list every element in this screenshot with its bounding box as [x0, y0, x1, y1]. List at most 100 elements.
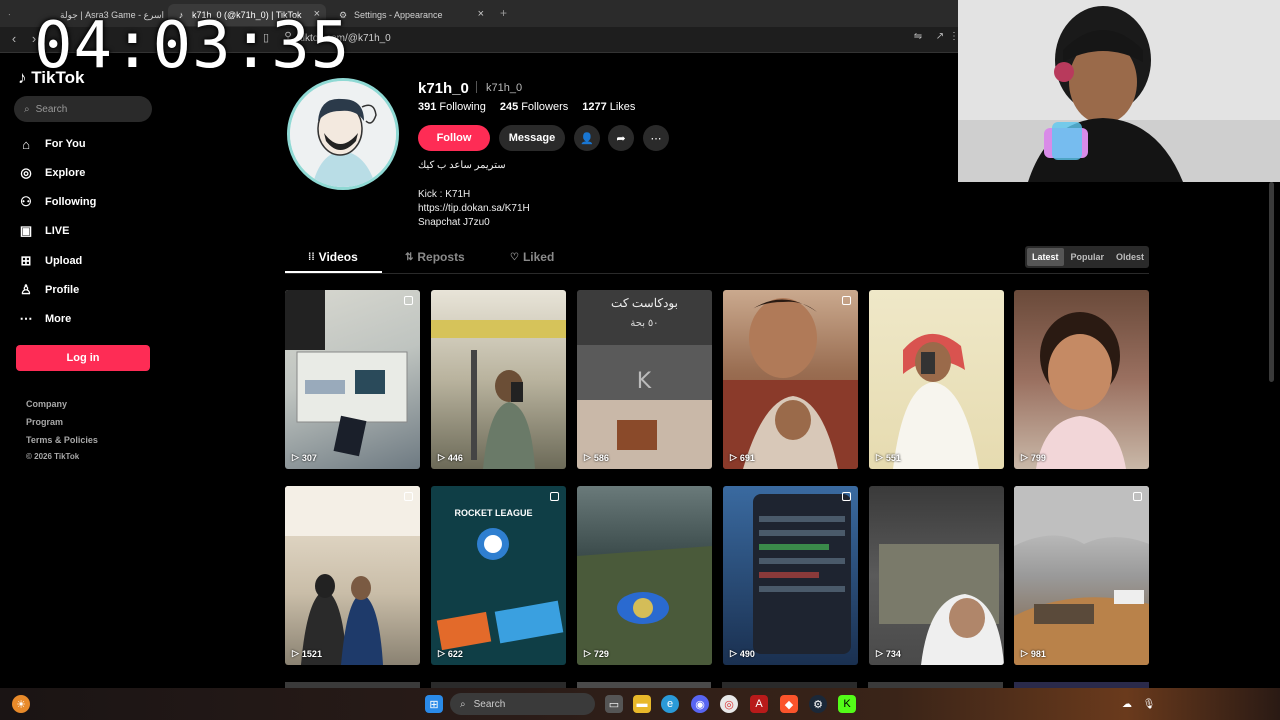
discord-icon[interactable]: ◉	[691, 695, 709, 713]
edge-icon[interactable]: e	[661, 695, 679, 713]
desert-camp-image	[1014, 486, 1149, 665]
tab-label: Liked	[522, 250, 555, 264]
video-thumbnail[interactable]: ▷ 981	[1014, 486, 1149, 665]
weather-icon[interactable]: ☀	[12, 695, 30, 713]
multi-image-icon	[550, 492, 559, 501]
footer-link-company[interactable]: Company	[26, 399, 67, 409]
video-thumbnail[interactable]: ▷ 734	[869, 486, 1004, 665]
gym-mirror-image	[431, 320, 566, 469]
tab-reposts[interactable]: ⇅ Reposts	[405, 250, 465, 264]
video-thumbnail[interactable]: ▷ 729	[577, 486, 712, 665]
page-scrollbar[interactable]	[1269, 182, 1274, 382]
search-input[interactable]: ⌕ Search	[14, 96, 152, 122]
sidebar-item-profile[interactable]: ♙ Profile	[18, 280, 79, 300]
sort-oldest[interactable]: Oldest	[1111, 248, 1149, 266]
footer-link-program[interactable]: Program	[26, 417, 63, 427]
sort-popular[interactable]: Popular	[1066, 248, 1110, 266]
sidebar-item-upload[interactable]: ⊞ Upload	[18, 251, 83, 271]
start-icon[interactable]: ⊞	[425, 695, 443, 713]
bio-line: Snapchat J7zu0	[418, 217, 490, 228]
tab-strip-icon[interactable]: ✦	[0, 4, 10, 26]
share-icon[interactable]: ➦	[608, 125, 634, 151]
video-thumbnail[interactable]: ▷ 490	[723, 486, 858, 665]
webcam-overlay	[958, 0, 1280, 182]
back-icon[interactable]: ‹	[6, 31, 22, 46]
video-thumbnail[interactable]: ▷ 307	[285, 290, 420, 469]
sidebar-item-explore[interactable]: ◎ Explore	[18, 163, 85, 183]
tiktok-logo[interactable]: ♪ TikTok	[18, 68, 84, 88]
play-icon: ▷	[584, 452, 591, 462]
logo-text: TikTok	[31, 68, 85, 87]
video-caption: ٥٠ بحة	[630, 318, 659, 329]
followers-label: Followers	[521, 101, 569, 113]
multi-image-icon	[404, 492, 413, 501]
profile-stats: 391 Following 245 Followers 1277 Likes	[418, 101, 635, 113]
sidebar-item-following[interactable]: ⚇ Following	[18, 192, 96, 212]
close-tab-icon[interactable]: ×	[478, 8, 484, 20]
stat-followers[interactable]: 245 Followers	[500, 101, 568, 113]
video-thumbnail[interactable]: ▷ 691	[723, 290, 858, 469]
play-icon: ▷	[584, 648, 591, 658]
new-tab-button[interactable]: +	[500, 6, 507, 20]
steam-icon[interactable]: ⚙	[809, 695, 827, 713]
repost-icon: ⇅	[405, 251, 414, 263]
task-view-icon[interactable]: ▭	[605, 695, 623, 713]
tab-liked[interactable]: ♡ Liked	[510, 250, 554, 264]
cloud-icon[interactable]: ☁	[1118, 695, 1136, 713]
microphone-icon[interactable]: 🎙	[1140, 695, 1158, 713]
brave-icon[interactable]: ◆	[780, 695, 798, 713]
more-icon: ⋯	[19, 311, 33, 326]
play-icon: ▷	[438, 648, 445, 658]
view-count: ▷ 729	[584, 648, 609, 659]
message-button[interactable]: Message	[499, 125, 565, 151]
sidebar-item-label: Following	[45, 196, 97, 208]
sidebar-item-label: For You	[45, 138, 86, 150]
taskbar-search-label: Search	[473, 698, 506, 710]
live-icon: ▣	[19, 223, 33, 238]
view-count-value: 729	[593, 648, 609, 659]
active-tab-indicator	[285, 271, 382, 273]
play-icon: ▷	[292, 452, 299, 462]
browser-tab-settings[interactable]: ⚙ Settings - Appearance ×	[330, 4, 490, 26]
follow-button[interactable]: Follow	[418, 125, 490, 151]
view-count: ▷ 691	[730, 452, 755, 463]
stat-following[interactable]: 391 Following	[418, 101, 486, 113]
video-thumbnail[interactable]: ▷ 1521	[285, 486, 420, 665]
video-thumbnail[interactable]: K بودكاست كت ٥٠ بحة ▷ 586	[577, 290, 712, 469]
video-caption: بودكاست كت	[611, 296, 678, 310]
video-thumbnail[interactable]: ▷ 446	[431, 290, 566, 469]
footer-copyright: © 2026 TikTok	[26, 452, 80, 461]
container-and-man-image	[879, 544, 1004, 665]
taskbar-search[interactable]: ⌕ Search	[450, 693, 595, 715]
pdf-app-icon[interactable]: A	[750, 695, 768, 713]
likes-label: Likes	[609, 101, 636, 113]
child-collage-image	[723, 298, 858, 469]
view-count-value: 734	[885, 648, 901, 659]
tab-videos[interactable]: ⁞⁞ Videos	[308, 250, 358, 264]
bio-link[interactable]: https://tip.dokan.sa/K71H	[418, 203, 530, 214]
sidebar-item-label: Upload	[45, 255, 83, 267]
video-thumbnail[interactable]: ▷ 799	[1014, 290, 1149, 469]
multi-image-icon	[404, 296, 413, 305]
sidebar-item-live[interactable]: ▣ LIVE	[18, 221, 70, 241]
heart-icon: ♡	[510, 251, 519, 263]
add-friend-icon[interactable]: 👤	[574, 125, 600, 151]
video-thumbnail[interactable]: ▷ 551	[869, 290, 1004, 469]
play-icon: ▷	[292, 648, 299, 658]
profile-username: k71h_0	[418, 80, 469, 97]
chrome-icon[interactable]: ◎	[720, 695, 738, 713]
sidebar-item-for-you[interactable]: ⌂ For You	[18, 134, 86, 154]
more-options-icon[interactable]: ⋯	[643, 125, 669, 151]
file-explorer-icon[interactable]: ▬	[633, 695, 651, 713]
video-thumbnail[interactable]: ROCKET LEAGUE ▷ 622	[431, 486, 566, 665]
login-button[interactable]: Log in	[16, 345, 150, 371]
footer-link-terms[interactable]: Terms & Policies	[26, 435, 98, 445]
likes-count: 1277	[582, 101, 607, 113]
sort-latest[interactable]: Latest	[1027, 248, 1064, 266]
avatar	[287, 78, 399, 190]
kick-app-icon[interactable]: K	[838, 695, 856, 713]
play-icon: ▷	[1021, 452, 1028, 462]
sidebar-item-more[interactable]: ⋯ More	[18, 309, 72, 329]
play-icon: ▷	[876, 648, 883, 658]
translate-icon[interactable]: ⇋	[910, 31, 926, 42]
